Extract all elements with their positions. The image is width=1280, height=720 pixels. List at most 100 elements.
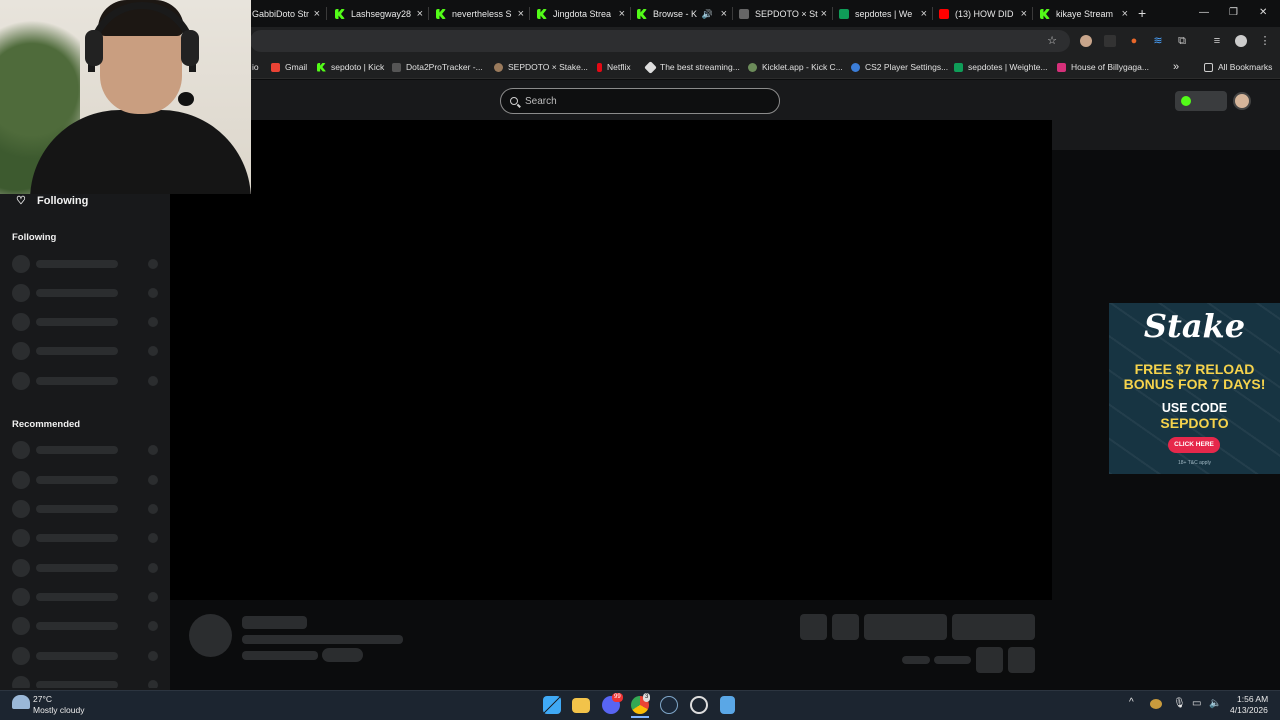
extensions-puzzle-icon[interactable]: ⧉ (1176, 35, 1188, 47)
tab-sepdotes-sheet[interactable]: sepdotes | We × (839, 3, 931, 25)
channel-skeleton (12, 313, 162, 331)
extension-fox-icon[interactable]: ● (1128, 35, 1140, 47)
user-avatar[interactable] (1233, 92, 1251, 110)
stake-icon (739, 9, 749, 19)
tab-divider (1032, 7, 1033, 20)
kick-balance-button[interactable] (1175, 91, 1227, 111)
notepad-icon[interactable] (720, 696, 735, 714)
tab-close-icon[interactable]: × (619, 8, 625, 20)
bookmark-netflix[interactable]: Netflix (597, 61, 631, 73)
tab-divider (428, 7, 429, 20)
search-input[interactable]: Search (500, 88, 780, 114)
tab-nevertheless[interactable]: nevertheless S × (436, 3, 528, 25)
follow-button-skeleton (864, 614, 947, 640)
profile-icon[interactable] (1235, 35, 1247, 47)
stat-skeleton (902, 656, 930, 664)
tab-close-icon[interactable]: × (821, 8, 827, 20)
gear-icon (851, 62, 860, 72)
clock-date[interactable]: 4/13/2026 (1230, 705, 1268, 715)
tab-kikaye[interactable]: kikaye Stream × (1040, 3, 1132, 25)
tab-youtube[interactable]: (13) HOW DID × (939, 3, 1031, 25)
stake-icon (494, 62, 503, 72)
action-button-skeleton (976, 647, 1003, 673)
tab-divider (932, 7, 933, 20)
tray-app-icon[interactable] (1150, 699, 1162, 709)
network-icon[interactable]: ▭ (1192, 698, 1201, 709)
tab-close-icon[interactable]: × (1021, 8, 1027, 20)
address-bar[interactable] (250, 30, 1070, 52)
file-explorer-icon[interactable] (572, 698, 590, 713)
extension-wave-icon[interactable]: ≋ (1152, 35, 1164, 47)
netflix-icon (597, 62, 602, 72)
bookmark-item[interactable]: io (252, 61, 259, 73)
bookmark-sepdotes-sheet[interactable]: sepdotes | Weighte... (954, 61, 1048, 73)
bookmark-sepdoto-stake[interactable]: SEPDOTO × Stake... (494, 61, 588, 73)
obs-icon[interactable] (690, 696, 708, 714)
microphone-icon (178, 92, 194, 106)
tab-divider (529, 7, 530, 20)
bookmark-star-icon[interactable]: ☆ (1046, 35, 1058, 47)
chrome-menu-icon[interactable]: ⋮ (1259, 35, 1271, 47)
tab-close-icon[interactable]: × (417, 8, 423, 20)
folder-icon (1204, 62, 1213, 72)
ad-promo-code: SEPDOTO (1160, 415, 1229, 431)
minimize-button[interactable]: — (1199, 7, 1209, 18)
more-bookmarks-button[interactable]: » (1173, 61, 1179, 73)
channel-skeleton (12, 588, 162, 606)
tab-browse[interactable]: Browse - K 🔊 × (637, 3, 731, 25)
new-tab-button[interactable]: + (1138, 5, 1146, 21)
all-bookmarks-button[interactable]: All Bookmarks (1204, 61, 1272, 73)
chat-panel-header (1052, 120, 1280, 150)
clock-time[interactable]: 1:56 AM (1237, 694, 1268, 704)
ad-click-here-button[interactable]: CLICK HERE (1168, 437, 1220, 453)
dota-icon (392, 62, 401, 72)
tab-close-icon[interactable]: × (921, 8, 927, 20)
stream-title-skeleton (242, 635, 403, 644)
restore-button[interactable]: ❐ (1229, 7, 1238, 18)
bookmark-gmail[interactable]: Gmail (271, 61, 307, 73)
channel-skeleton (12, 500, 162, 518)
microphone-tray-icon[interactable]: 🎙 (1173, 698, 1186, 709)
bookmark-dota2protracker[interactable]: Dota2ProTracker -... (392, 61, 483, 73)
tab-gabbidoto[interactable]: GabbiDoto Str × (252, 3, 324, 25)
tab-sepdoto-stake[interactable]: SEPDOTO × St × (739, 3, 831, 25)
headphone-cup (85, 30, 103, 66)
windows-start-icon[interactable] (543, 696, 561, 714)
stake-ad-banner[interactable]: Stake FREE $7 RELOAD BONUS FOR 7 DAYS! U… (1109, 303, 1280, 474)
tab-jingdota[interactable]: Jingdota Strea × (537, 3, 629, 25)
channel-skeleton (12, 284, 162, 302)
tab-lashsegway[interactable]: Lashsegway28 × (335, 3, 427, 25)
weather-cloud-icon[interactable] (12, 695, 30, 709)
extension-avatar-icon[interactable] (1080, 35, 1092, 47)
action-button-skeleton (1008, 647, 1035, 673)
sheets-icon (954, 62, 963, 72)
headphone-cup (181, 30, 199, 66)
action-button-skeleton (832, 614, 859, 640)
tab-close-icon[interactable]: × (314, 8, 320, 20)
tab-close-icon[interactable]: × (1122, 8, 1128, 20)
show-hidden-icons-chevron-icon[interactable]: ^ (1129, 697, 1134, 708)
subscribe-button-skeleton (952, 614, 1035, 640)
speaker-icon[interactable]: 🔊 (702, 9, 713, 20)
bookmark-house-of-billygaga[interactable]: House of Billygaga... (1057, 61, 1149, 73)
tab-close-icon[interactable]: × (518, 8, 524, 20)
bookmark-kicklet[interactable]: Kicklet.app - Kick C... (748, 61, 843, 73)
bookmark-streaming[interactable]: The best streaming... (644, 60, 740, 74)
video-player[interactable] (170, 120, 1052, 600)
extension-icon[interactable] (1104, 35, 1116, 47)
streaming-icon (644, 60, 657, 74)
weather-temperature[interactable]: 27°C (33, 694, 52, 704)
bookmark-cs2-settings[interactable]: CS2 Player Settings... (851, 61, 948, 73)
following-nav-link[interactable]: ♡ Following (16, 194, 88, 208)
close-window-button[interactable]: ✕ (1259, 7, 1267, 18)
channel-skeleton (12, 441, 162, 459)
volume-icon[interactable]: 🔈 (1209, 698, 1221, 709)
tab-close-icon[interactable]: × (721, 8, 727, 20)
bookmark-sepdoto-kick[interactable]: sepdoto | Kick (317, 61, 384, 73)
media-controls-icon[interactable]: ≡ (1211, 35, 1223, 47)
discord-badge: 99 (612, 693, 623, 702)
steam-icon[interactable] (660, 696, 678, 714)
weather-description[interactable]: Mostly cloudy (33, 705, 85, 715)
chrome-badge: 3 (643, 693, 651, 702)
recommended-section-title: Recommended (12, 419, 81, 430)
